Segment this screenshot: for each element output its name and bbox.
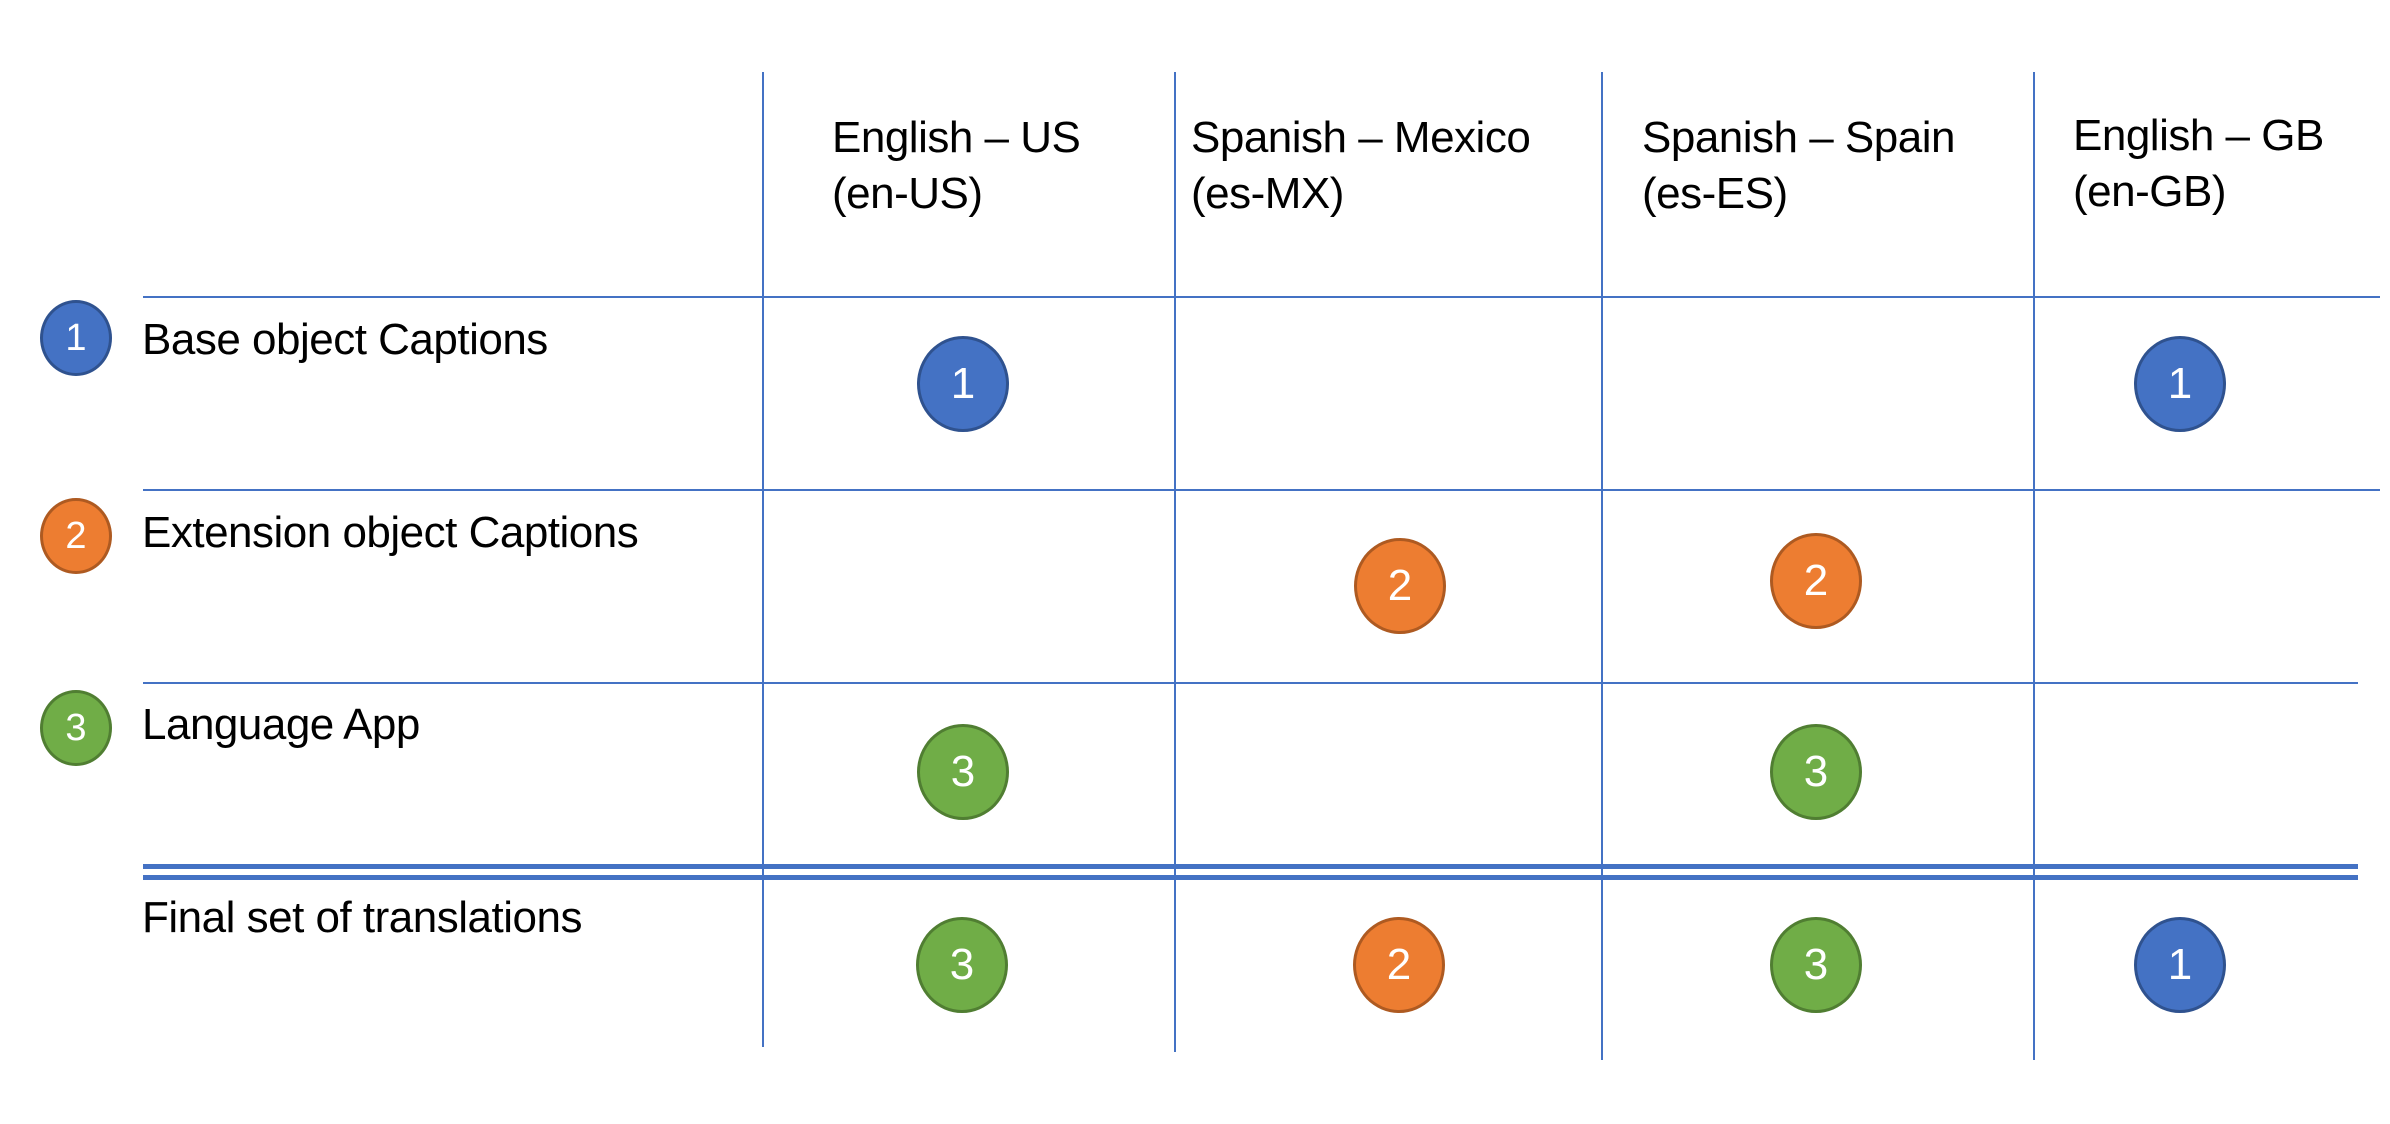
legend-badge-3: 3 [40,690,112,766]
cell-badge-en-us-3: 3 [917,724,1009,820]
column-divider [762,72,764,1047]
column-header-name: Spanish – Spain [1642,113,1955,162]
column-divider [1601,72,1603,1060]
cell-badge-en-gb-1: 1 [2134,336,2226,432]
column-header-en-gb: English – GB (en-GB) [2073,108,2324,220]
final-badge-es-mx: 2 [1353,917,1445,1013]
column-header-en-us: English – US (en-US) [832,110,1081,222]
row-label-base-captions: Base object Captions [142,315,548,364]
row-divider [143,682,2358,684]
column-header-es-mx: Spanish – Mexico (es-MX) [1191,110,1531,222]
cell-badge-es-mx-2: 2 [1354,538,1446,634]
column-header-code: (en-GB) [2073,167,2226,216]
column-header-name: English – US [832,113,1081,162]
column-header-code: (es-ES) [1642,169,1788,218]
row-label-final-set: Final set of translations [142,893,582,942]
cell-badge-es-es-2: 2 [1770,533,1862,629]
column-header-name: Spanish – Mexico [1191,113,1531,162]
legend-badge-2: 2 [40,498,112,574]
cell-badge-en-us-1: 1 [917,336,1009,432]
final-divider-bottom [143,875,2358,880]
column-header-code: (es-MX) [1191,169,1344,218]
column-divider [2033,72,2035,1060]
final-badge-en-gb: 1 [2134,917,2226,1013]
column-divider [1174,72,1176,1052]
legend-badge-1: 1 [40,300,112,376]
cell-badge-es-es-3: 3 [1770,724,1862,820]
final-badge-es-es: 3 [1770,917,1862,1013]
column-header-es-es: Spanish – Spain (es-ES) [1642,110,1955,222]
column-header-code: (en-US) [832,169,983,218]
row-divider [143,489,2380,491]
column-header-name: English – GB [2073,111,2324,160]
final-divider-top [143,864,2358,869]
row-label-language-app: Language App [142,700,420,749]
row-label-extension-captions: Extension object Captions [142,508,639,557]
row-divider [143,296,2380,298]
final-badge-en-us: 3 [916,917,1008,1013]
